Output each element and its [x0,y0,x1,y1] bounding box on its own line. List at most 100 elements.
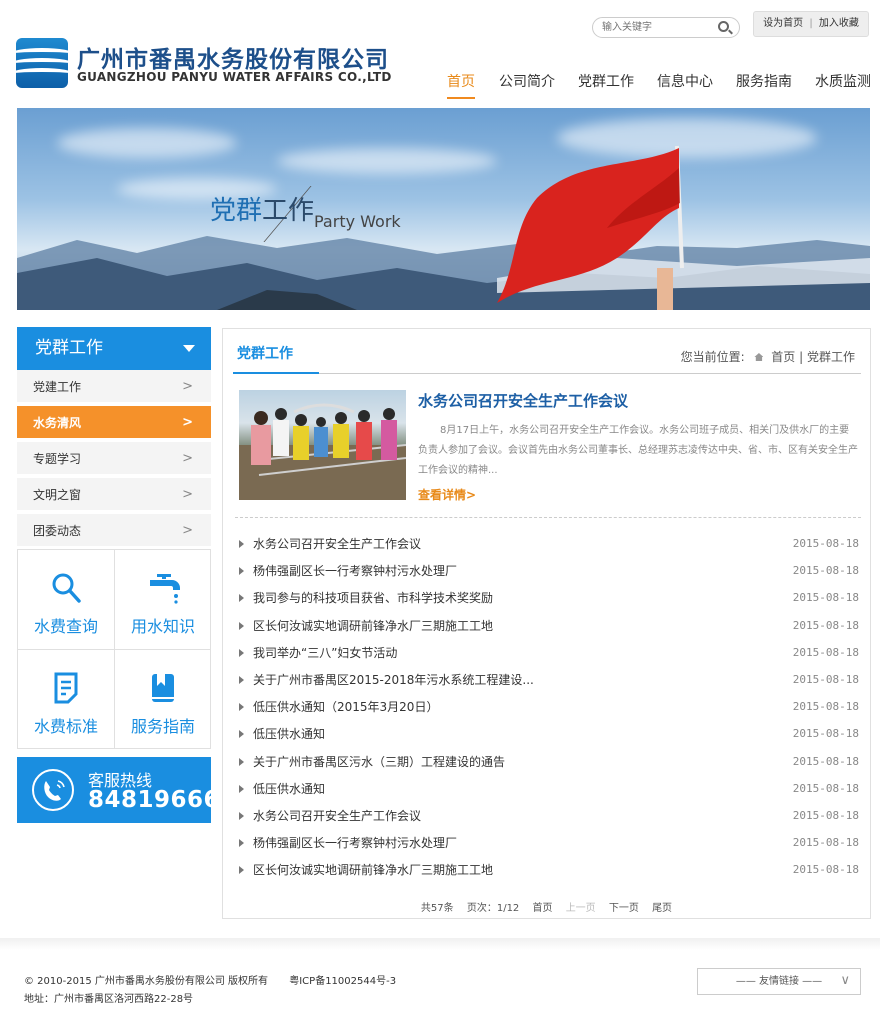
main-content-panel: 党群工作 您当前位置: 首页 | 党群工作 水务公司召开安全生产工作会议 8月1… [222,328,871,919]
add-favorite-link[interactable]: 加入收藏 [819,18,859,29]
quick-link-water-knowledge[interactable]: 用水知识 [115,550,211,649]
sidebar-item-topic-study[interactable]: 专题学习 > [17,442,211,476]
quick-link-label: 水费查询 [33,617,98,636]
news-list-item[interactable]: 低压供水通知 2015-08-18 [239,779,859,799]
sidebar-item-party-building[interactable]: 党建工作 > [17,370,211,404]
company-logo-icon[interactable] [16,38,68,88]
news-title[interactable]: 区长何汝诚实地调研前锋净水厂三期施工工地 [253,616,493,636]
featured-news-summary: 8月17日上午，水务公司召开安全生产工作会议。水务公司班子成员、相关门及供水厂的… [418,425,858,476]
news-date: 2015-08-18 [792,645,859,659]
friend-links-select[interactable]: —— 友情链接 —— ∨ [697,968,861,995]
pagination-first[interactable]: 首页 [533,903,553,914]
caret-down-icon [183,345,195,352]
read-more-link[interactable]: 查看详情> [418,486,476,503]
sidebar-title: 党群工作 [17,327,211,370]
news-title[interactable]: 我司参与的科技项目获省、市科学技术奖奖励 [253,588,493,608]
sidebar-item-water-integrity[interactable]: 水务清风 > [17,406,211,440]
footer-address: 地址：广州市番禺区洛河西路22-28号 [24,994,194,1005]
sidebar-item-label: 专题学习 [33,452,82,466]
news-list-item[interactable]: 杨伟强副区长一行考察钟村污水处理厂 2015-08-18 [239,561,859,581]
sidebar-item-label: 水务清风 [33,416,82,430]
news-date: 2015-08-18 [792,591,859,605]
quick-link-fee-standard[interactable]: 水费标准 [18,650,114,749]
breadcrumb-home-link[interactable]: 首页 [771,350,795,364]
quick-link-label: 用水知识 [130,617,195,636]
hotline-number: 84819666 [88,787,221,813]
news-list-item[interactable]: 水务公司召开安全生产工作会议 2015-08-18 [239,534,859,554]
home-icon [754,353,764,361]
title-divider-accent [233,372,319,374]
news-list-item[interactable]: 关于广州市番禺区2015-2018年污水系统工程建设... 2015-08-18 [239,670,859,690]
featured-news-title[interactable]: 水务公司召开安全生产工作会议 [418,390,628,411]
news-list-item[interactable]: 关于广州市番禺区污水（三期）工程建设的通告 2015-08-18 [239,752,859,772]
page-banner: 党群工作 Party Work [17,108,870,310]
news-list-item[interactable]: 低压供水通知 2015-08-18 [239,724,859,744]
news-title[interactable]: 杨伟强副区长一行考察钟村污水处理厂 [253,561,457,581]
news-title[interactable]: 低压供水通知 [253,724,325,744]
chevron-right-icon: > [466,488,477,502]
breadcrumb-separator: | [799,350,804,364]
mountain-scenery [17,145,870,310]
footer-icp[interactable]: 粤ICP备11002544号-3 [289,976,396,987]
news-title[interactable]: 关于广州市番禺区2015-2018年污水系统工程建设... [253,670,534,690]
nav-about[interactable]: 公司简介 [499,71,555,101]
footer-shadow [0,938,880,950]
breadcrumb-current[interactable]: 党群工作 [807,350,855,364]
footer-copyright-line: © 2010-2015 广州市番禺水务股份有限公司 版权所有 粤ICP备1100… [24,972,396,987]
news-list-item[interactable]: 水务公司召开安全生产工作会议 2015-08-18 [239,806,859,826]
quick-link-bill-query[interactable]: 水费查询 [18,550,114,649]
news-title[interactable]: 区长何汝诚实地调研前锋净水厂三期施工工地 [253,860,493,880]
sidebar-item-youth-league[interactable]: 团委动态 > [17,514,211,548]
quick-link-service-guide[interactable]: 服务指南 [115,650,211,749]
top-links: 设为首页 | 加入收藏 [753,11,869,37]
chevron-right-icon: > [182,523,193,538]
news-date: 2015-08-18 [792,809,859,822]
news-date: 2015-08-18 [792,863,859,877]
nav-home[interactable]: 首页 [447,71,475,101]
banner-subtitle: Party Work [314,212,401,231]
sidebar-item-civility-window[interactable]: 文明之窗 > [17,478,211,512]
site-header: 广州市番禺水务股份有限公司 GUANGZHOU PANYU WATER AFFA… [0,0,880,108]
breadcrumb: 您当前位置: 首页 | 党群工作 [681,348,855,365]
news-list-item[interactable]: 低压供水通知（2015年3月20日） 2015-08-18 [239,697,859,717]
chevron-right-icon: > [182,487,193,502]
banner-title-part-b: 工作 [262,196,315,226]
news-title[interactable]: 杨伟强副区长一行考察钟村污水处理厂 [253,833,457,853]
news-list-item[interactable]: 杨伟强副区长一行考察钟村污水处理厂 2015-08-18 [239,833,859,853]
news-title[interactable]: 我司举办“三八”妇女节活动 [253,643,397,663]
news-list-item[interactable]: 我司举办“三八”妇女节活动 2015-08-18 [239,643,859,663]
search-icon[interactable] [718,21,729,32]
featured-news-photo[interactable] [239,390,406,500]
nav-party-work[interactable]: 党群工作 [578,71,634,101]
bullet-arrow-icon [239,812,244,820]
nav-info-center[interactable]: 信息中心 [657,71,713,101]
search-input[interactable] [602,20,714,35]
bullet-arrow-icon [239,730,244,739]
news-title[interactable]: 水务公司召开安全生产工作会议 [253,806,421,826]
banner-title-part-a: 党群 [210,196,263,226]
news-date: 2015-08-18 [792,836,859,850]
company-name-cn: 广州市番禺水务股份有限公司 [77,47,389,73]
quick-link-label: 服务指南 [130,717,195,736]
news-list-item[interactable]: 我司参与的科技项目获省、市科学技术奖奖励 2015-08-18 [239,588,859,608]
nav-water-quality[interactable]: 水质监测 [815,71,871,101]
nav-service-guide[interactable]: 服务指南 [736,71,792,101]
pagination-last[interactable]: 尾页 [652,903,672,914]
news-date: 2015-08-18 [792,564,859,578]
customer-hotline[interactable]: 客服热线 84819666 [17,757,220,823]
news-list-item[interactable]: 区长何汝诚实地调研前锋净水厂三期施工工地 2015-08-18 [239,616,859,636]
chevron-right-icon: > [182,379,193,394]
friend-links-label: —— 友情链接 —— [735,976,823,987]
set-home-link[interactable]: 设为首页 [763,18,803,29]
news-list-item[interactable]: 区长何汝诚实地调研前锋净水厂三期施工工地 2015-08-18 [239,860,859,880]
pagination-next[interactable]: 下一页 [609,903,639,914]
section-title: 党群工作 [237,346,293,362]
news-title[interactable]: 低压供水通知（2015年3月20日） [253,697,438,717]
book-icon [152,674,174,702]
news-title[interactable]: 低压供水通知 [253,779,325,799]
news-title[interactable]: 关于广州市番禺区污水（三期）工程建设的通告 [253,752,505,772]
chevron-right-icon: > [182,415,193,430]
quick-link-label: 水费标准 [33,717,98,736]
news-title[interactable]: 水务公司召开安全生产工作会议 [253,534,421,554]
footer-copyright: © 2010-2015 广州市番禺水务股份有限公司 版权所有 [24,976,269,987]
